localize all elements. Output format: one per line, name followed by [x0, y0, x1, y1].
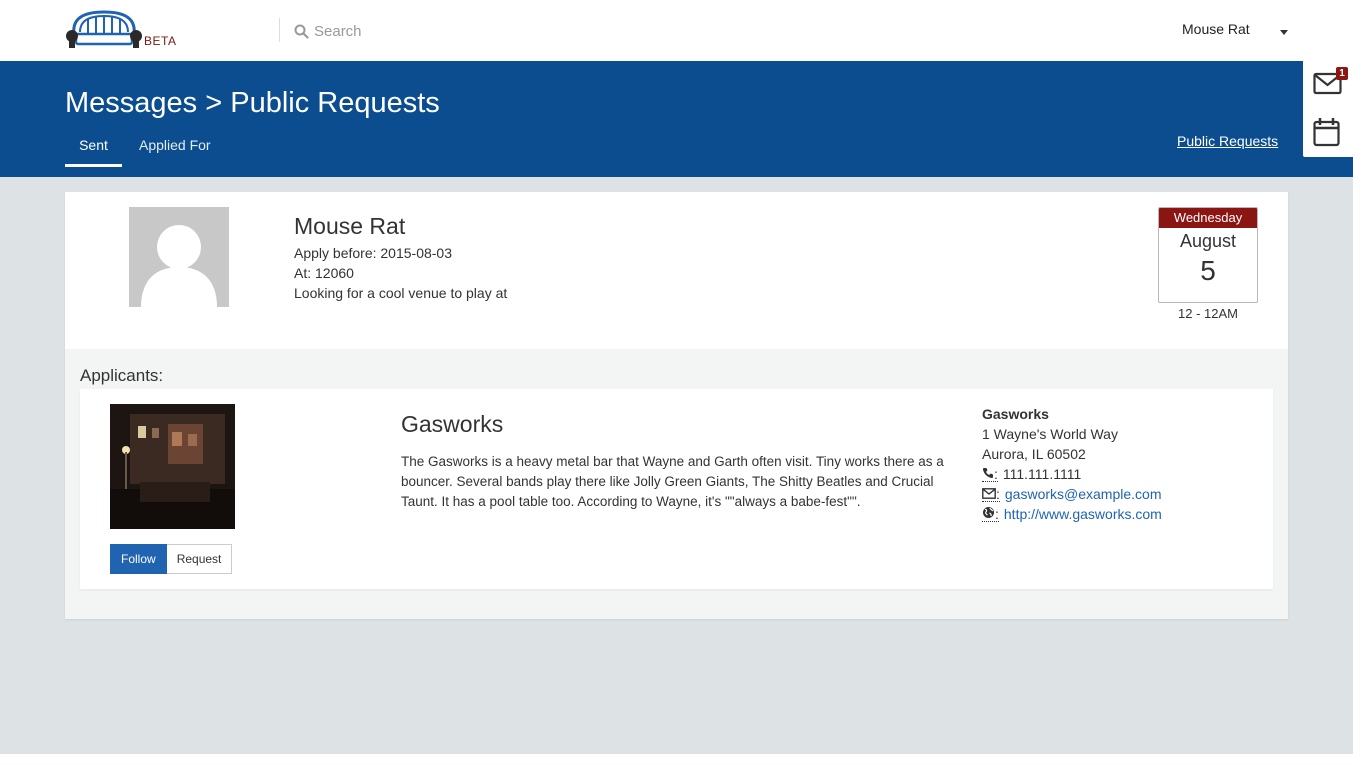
- applicants-heading: Applicants:: [80, 366, 164, 385]
- logo[interactable]: BETA: [64, 8, 184, 52]
- contact-phone: 111.111.1111: [1002, 466, 1082, 482]
- contact-address-line1: 1 Wayne's World Way: [982, 426, 1118, 442]
- venue-contact: Gasworks 1 Wayne's World Way Aurora, IL …: [982, 404, 1162, 524]
- search-box[interactable]: Search: [294, 20, 362, 42]
- contact-email-row: : gasworks@example.com: [982, 484, 1162, 504]
- contact-website-link[interactable]: http://www.gasworks.com: [1004, 504, 1162, 524]
- venue-photo[interactable]: [110, 404, 235, 529]
- applicant-actions: Follow Request: [110, 544, 233, 574]
- notification-badge: 1: [1336, 67, 1348, 80]
- calendar-icon: [1313, 118, 1340, 147]
- user-menu-dropdown[interactable]: Mouse Rat: [1182, 21, 1288, 37]
- calendar-month: August: [1179, 231, 1237, 251]
- search-placeholder[interactable]: Search: [314, 23, 362, 40]
- request-button[interactable]: Request: [166, 544, 233, 574]
- event-date-calendar: Wednesday August 5: [1158, 207, 1258, 303]
- calendar-button[interactable]: [1313, 117, 1341, 152]
- user-placeholder-icon: [141, 225, 217, 307]
- phone-icon: :: [982, 467, 998, 482]
- search-icon: [294, 24, 309, 39]
- globe-icon: :: [982, 506, 999, 522]
- nav-divider: [279, 18, 280, 42]
- top-navbar: BETA Search Mouse Rat: [0, 0, 1353, 61]
- side-panel: 1: [1303, 61, 1353, 157]
- tab-sent[interactable]: Sent: [65, 137, 122, 167]
- user-name: Mouse Rat: [1182, 21, 1250, 37]
- request-description: Looking for a cool venue to play at: [294, 285, 508, 301]
- public-requests-link[interactable]: Public Requests: [1177, 133, 1278, 149]
- tab-applied-for[interactable]: Applied For: [139, 137, 211, 167]
- calendar-weekday: Wednesday: [1159, 208, 1257, 228]
- venue-image: [110, 404, 235, 529]
- caret-down-icon: [1280, 30, 1288, 35]
- beta-label: BETA: [144, 34, 177, 48]
- contact-name: Gasworks: [982, 406, 1049, 422]
- location: At: 12060: [294, 265, 354, 281]
- event-time: 12 - 12AM: [1178, 306, 1238, 321]
- envelope-icon: :: [982, 487, 1000, 502]
- calendar-day: 5: [1200, 255, 1216, 286]
- venue-description: The Gasworks is a heavy metal bar that W…: [401, 454, 944, 509]
- page-header: Messages > Public Requests Sent Applied …: [0, 61, 1353, 177]
- couch-logo-icon: [66, 10, 142, 48]
- venue-name: Gasworks: [401, 411, 504, 437]
- footer: [0, 754, 1353, 767]
- applicant-card: Follow Request Gasworks The Gasworks is …: [80, 389, 1273, 589]
- request-card: Mouse Rat Apply before: 2015-08-03 At: 1…: [65, 192, 1288, 619]
- contact-address-line2: Aurora, IL 60502: [982, 446, 1086, 462]
- request-name: Mouse Rat: [294, 213, 406, 239]
- contact-phone-row: : 111.111.1111: [982, 464, 1162, 484]
- apply-before: Apply before: 2015-08-03: [294, 245, 452, 261]
- avatar: [129, 207, 229, 307]
- follow-button[interactable]: Follow: [110, 544, 167, 574]
- contact-email-link[interactable]: gasworks@example.com: [1005, 484, 1162, 504]
- request-summary: Mouse Rat Apply before: 2015-08-03 At: 1…: [65, 192, 1288, 349]
- page-title: Messages > Public Requests: [65, 87, 440, 119]
- contact-website-row: : http://www.gasworks.com: [982, 504, 1162, 524]
